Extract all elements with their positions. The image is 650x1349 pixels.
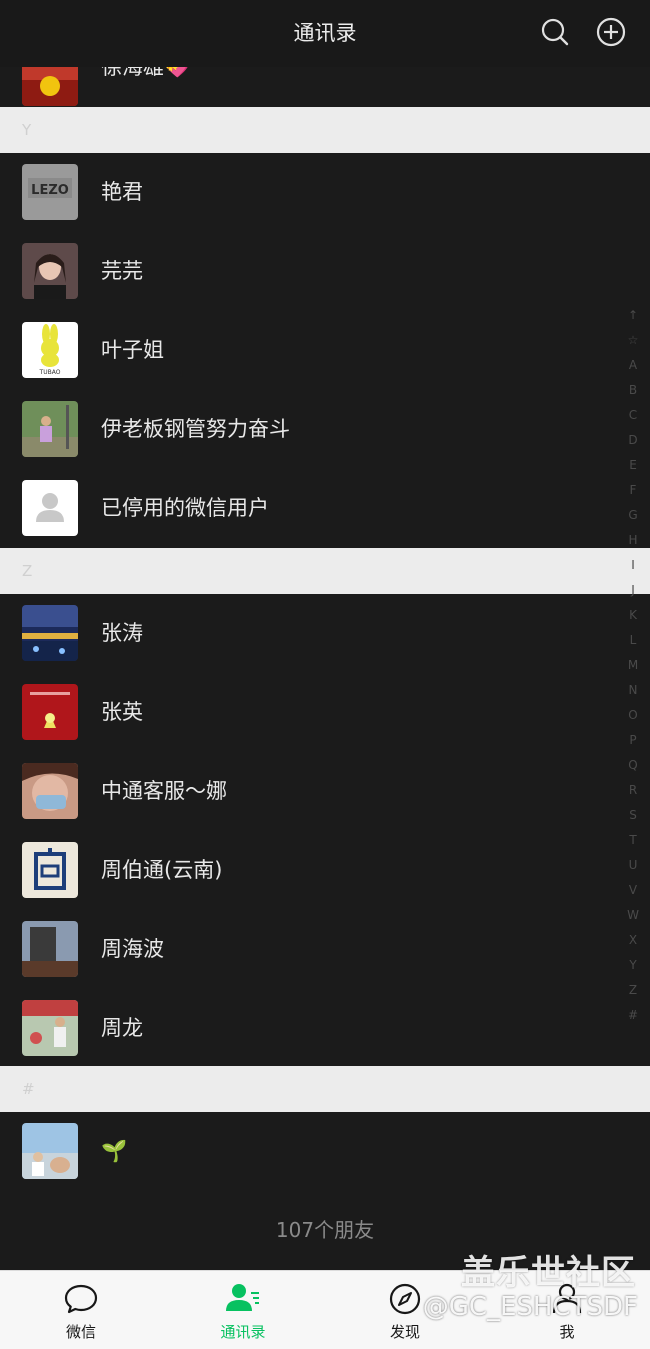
contact-list[interactable]: 徐海雄💝 Y LEZO 艳君 芫芫 TUBAO 叶子姐 伊老板钢管努力奋斗 已停… bbox=[0, 0, 650, 1270]
index-letter[interactable]: M bbox=[624, 653, 642, 678]
index-letter[interactable]: J bbox=[624, 578, 642, 603]
contact-name: 芫芫 bbox=[101, 259, 143, 283]
section-header-z: Z bbox=[0, 548, 650, 594]
add-button[interactable] bbox=[596, 17, 626, 47]
tab-contacts[interactable]: 通讯录 bbox=[162, 1271, 324, 1349]
avatar bbox=[22, 763, 78, 819]
contact-name: 艳君 bbox=[101, 180, 143, 204]
contact-name: 已停用的微信用户 bbox=[101, 496, 269, 520]
index-letter[interactable]: O bbox=[624, 703, 642, 728]
section-letter: Y bbox=[22, 121, 32, 139]
index-letter[interactable]: Q bbox=[624, 753, 642, 778]
index-letter[interactable]: ☆ bbox=[624, 328, 642, 353]
contact-row[interactable]: 中通客服～娜 bbox=[0, 752, 650, 831]
contact-row[interactable]: 周海波 bbox=[0, 910, 650, 989]
contact-name: 伊老板钢管努力奋斗 bbox=[101, 417, 290, 441]
index-letter[interactable]: W bbox=[624, 903, 642, 928]
index-letter[interactable]: B bbox=[624, 378, 642, 403]
svg-text:TUBAO: TUBAO bbox=[39, 369, 61, 376]
plus-circle-icon bbox=[596, 17, 626, 47]
index-letter[interactable]: # bbox=[624, 1003, 642, 1028]
avatar bbox=[22, 842, 78, 898]
index-letter[interactable]: L bbox=[624, 628, 642, 653]
section-letter: # bbox=[22, 1080, 35, 1098]
friend-count: 107个朋友 bbox=[275, 1218, 375, 1242]
contact-name: 🌱 bbox=[101, 1139, 128, 1163]
contact-name: 周海波 bbox=[101, 937, 164, 961]
tab-label: 微信 bbox=[65, 1323, 96, 1341]
contact-row[interactable]: 张涛 bbox=[0, 594, 650, 673]
index-letter[interactable]: H bbox=[624, 528, 642, 553]
contact-row[interactable]: 周龙 bbox=[0, 989, 650, 1068]
index-letter[interactable]: V bbox=[624, 878, 642, 903]
compass-icon bbox=[389, 1283, 421, 1315]
index-letter[interactable]: ↑ bbox=[624, 303, 642, 328]
alphabet-index-bar[interactable]: ↑ ☆ A B C D E F G H I J K L M N O P Q R S T U V W X Y Z # bbox=[624, 303, 642, 1028]
svg-text:LEZO: LEZO bbox=[31, 183, 69, 198]
tab-label: 发现 bbox=[389, 1323, 420, 1341]
index-letter[interactable]: R bbox=[624, 778, 642, 803]
avatar bbox=[22, 605, 78, 661]
index-letter[interactable]: A bbox=[624, 353, 642, 378]
index-letter[interactable]: X bbox=[624, 928, 642, 953]
index-letter[interactable]: T bbox=[624, 828, 642, 853]
tab-chats[interactable]: 微信 bbox=[0, 1271, 162, 1349]
avatar bbox=[22, 480, 78, 536]
index-letter[interactable]: Z bbox=[624, 978, 642, 1003]
contact-row[interactable]: 徐海雄💝 bbox=[0, 50, 650, 107]
contact-name: 张涛 bbox=[101, 621, 143, 645]
avatar bbox=[22, 401, 78, 457]
section-header-y: Y bbox=[0, 107, 650, 153]
contact-row[interactable]: TUBAO 叶子姐 bbox=[0, 311, 650, 390]
index-letter[interactable]: C bbox=[624, 403, 642, 428]
contact-row[interactable]: LEZO 艳君 bbox=[0, 153, 650, 232]
index-letter[interactable]: P bbox=[624, 728, 642, 753]
contact-name: 周伯通(云南) bbox=[101, 858, 223, 882]
index-letter[interactable]: S bbox=[624, 803, 642, 828]
avatar bbox=[22, 243, 78, 299]
contact-row[interactable]: 周伯通(云南) bbox=[0, 831, 650, 910]
tab-label: 我 bbox=[559, 1323, 575, 1341]
contact-row[interactable]: 芫芫 bbox=[0, 232, 650, 311]
avatar: TUBAO bbox=[22, 322, 78, 378]
contact-row[interactable]: 伊老板钢管努力奋斗 bbox=[0, 390, 650, 469]
avatar bbox=[22, 921, 78, 977]
index-letter[interactable]: U bbox=[624, 853, 642, 878]
section-header-hash: # bbox=[0, 1066, 650, 1112]
contact-row[interactable]: 已停用的微信用户 bbox=[0, 469, 650, 548]
index-letter[interactable]: K bbox=[624, 603, 642, 628]
index-letter[interactable]: I bbox=[624, 553, 642, 578]
avatar: LEZO bbox=[22, 164, 78, 220]
tab-label: 通讯录 bbox=[220, 1323, 266, 1341]
chat-bubble-icon bbox=[64, 1284, 98, 1314]
contact-row[interactable]: 张英 bbox=[0, 673, 650, 752]
index-letter[interactable]: D bbox=[624, 428, 642, 453]
contact-name: 中通客服～娜 bbox=[101, 779, 227, 803]
section-letter: Z bbox=[22, 562, 33, 580]
avatar bbox=[22, 684, 78, 740]
index-letter[interactable]: E bbox=[624, 453, 642, 478]
contact-name: 张英 bbox=[101, 700, 143, 724]
contact-name: 周龙 bbox=[101, 1016, 143, 1040]
watermark-title: 盖乐世社区 bbox=[461, 1253, 636, 1293]
contact-row[interactable]: 🌱 bbox=[0, 1112, 650, 1191]
index-letter[interactable]: N bbox=[624, 678, 642, 703]
avatar bbox=[22, 1000, 78, 1056]
search-button[interactable] bbox=[540, 17, 570, 47]
index-letter[interactable]: G bbox=[624, 503, 642, 528]
contact-name: 叶子姐 bbox=[101, 338, 164, 362]
watermark-handle: @GC_ESHCTSDF bbox=[422, 1292, 638, 1322]
avatar bbox=[22, 1123, 78, 1179]
index-letter[interactable]: F bbox=[624, 478, 642, 503]
top-bar: 通讯录 bbox=[0, 0, 650, 67]
contacts-icon bbox=[226, 1284, 259, 1311]
index-letter[interactable]: Y bbox=[624, 953, 642, 978]
search-icon bbox=[541, 18, 569, 46]
